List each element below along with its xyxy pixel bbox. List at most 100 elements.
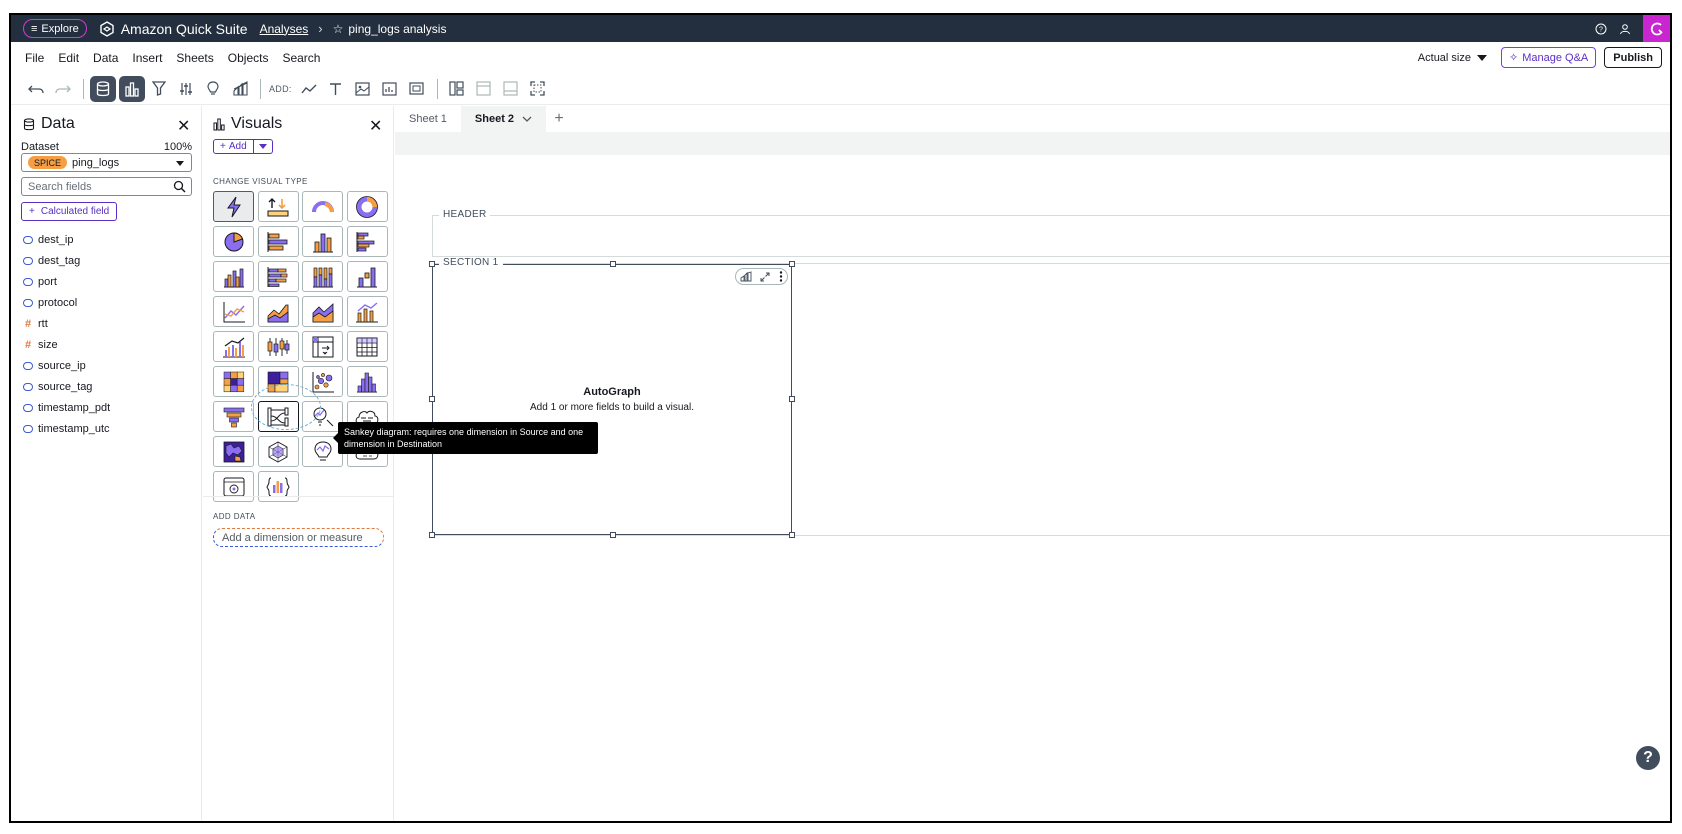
waterfall-chart-icon[interactable] bbox=[346, 261, 388, 292]
visuals-pane-icon[interactable] bbox=[119, 75, 145, 102]
parameters-icon[interactable] bbox=[173, 76, 199, 102]
field-item[interactable]: port bbox=[23, 271, 110, 292]
more-options-icon[interactable] bbox=[779, 271, 783, 282]
field-item[interactable]: dest_ip bbox=[23, 229, 110, 250]
layout-icon[interactable] bbox=[444, 76, 470, 102]
area-line-chart-icon[interactable] bbox=[257, 296, 299, 327]
add-visual-dropdown[interactable] bbox=[253, 139, 273, 154]
manage-qa-button[interactable]: ✧ Manage Q&A bbox=[1501, 47, 1597, 68]
header-layout-icon[interactable] bbox=[471, 76, 497, 102]
field-item[interactable]: source_ip bbox=[23, 355, 110, 376]
add-dimension-or-measure-dropzone[interactable]: Add a dimension or measure bbox=[213, 528, 384, 547]
filter-icon[interactable] bbox=[146, 76, 172, 102]
dimension-icon bbox=[23, 298, 33, 307]
add-visual-line-icon[interactable] bbox=[296, 76, 322, 102]
breadcrumb-analyses[interactable]: Analyses bbox=[260, 22, 309, 36]
field-item[interactable]: timestamp_utc bbox=[23, 418, 110, 439]
clustered-bar-chart-icon[interactable] bbox=[346, 226, 388, 257]
horizontal-bar-chart-icon[interactable] bbox=[257, 226, 299, 257]
table-icon[interactable] bbox=[346, 331, 388, 362]
add-sheet-icon[interactable]: + bbox=[546, 106, 572, 132]
resize-handle[interactable] bbox=[610, 532, 616, 538]
vertical-bar-chart-icon[interactable] bbox=[302, 226, 343, 257]
themes-icon[interactable] bbox=[227, 76, 253, 102]
add-image-icon[interactable] bbox=[350, 76, 376, 102]
help-button[interactable]: ? bbox=[1636, 746, 1660, 770]
tab-sheet-1[interactable]: Sheet 1 bbox=[395, 106, 461, 132]
menu-objects[interactable]: Objects bbox=[228, 51, 269, 65]
custom-visual-content-icon[interactable] bbox=[213, 471, 254, 502]
add-embed-icon[interactable] bbox=[404, 76, 430, 102]
line-chart-icon[interactable] bbox=[213, 296, 254, 327]
autograph-visual[interactable]: AutoGraph Add 1 or more fields to build … bbox=[429, 261, 795, 538]
field-item[interactable]: protocol bbox=[23, 292, 110, 313]
menu-insert[interactable]: Insert bbox=[132, 51, 162, 65]
resize-handle[interactable] bbox=[610, 261, 616, 267]
data-pane-icon[interactable] bbox=[90, 75, 116, 102]
chevron-down-icon[interactable] bbox=[522, 116, 532, 123]
donut-chart-icon[interactable] bbox=[346, 191, 388, 222]
resize-handle[interactable] bbox=[789, 261, 795, 267]
menu-sheets[interactable]: Sheets bbox=[176, 51, 213, 65]
menu-file[interactable]: File bbox=[25, 51, 44, 65]
box-plot-icon[interactable] bbox=[257, 331, 299, 362]
bar-line-combo-chart-icon[interactable] bbox=[346, 296, 388, 327]
insights-lightbulb-icon[interactable] bbox=[200, 76, 226, 102]
resize-handle[interactable] bbox=[789, 532, 795, 538]
close-visuals-panel-icon[interactable]: ✕ bbox=[369, 116, 382, 136]
star-icon[interactable]: ☆ bbox=[333, 22, 344, 36]
add-text-icon[interactable] bbox=[323, 76, 349, 102]
close-data-panel-icon[interactable]: ✕ bbox=[177, 116, 190, 136]
clustered-column-chart-icon[interactable] bbox=[213, 261, 254, 292]
add-visual-button[interactable]: + Add bbox=[213, 139, 254, 154]
quick-logo-icon[interactable] bbox=[1643, 15, 1670, 42]
forecast-insight-icon[interactable] bbox=[302, 401, 343, 432]
funnel-chart-icon[interactable] bbox=[213, 401, 254, 432]
add-insight-icon[interactable] bbox=[377, 76, 403, 102]
resize-handle[interactable] bbox=[429, 261, 435, 267]
explore-button[interactable]: ≡ Explore bbox=[23, 19, 87, 38]
heat-map-icon[interactable] bbox=[213, 366, 254, 397]
tree-map-icon[interactable] bbox=[257, 366, 299, 397]
dataset-select[interactable]: SPICE ping_logs bbox=[21, 153, 192, 172]
histogram-icon[interactable] bbox=[346, 366, 388, 397]
field-item[interactable]: # rtt bbox=[23, 313, 110, 334]
stacked-bar-chart-icon[interactable] bbox=[257, 261, 299, 292]
undo-icon[interactable] bbox=[23, 76, 49, 102]
menu-edit[interactable]: Edit bbox=[58, 51, 79, 65]
stacked-area-chart-icon[interactable] bbox=[302, 296, 343, 327]
format-visual-icon[interactable] bbox=[740, 271, 752, 282]
field-item[interactable]: dest_tag bbox=[23, 250, 110, 271]
footer-layout-icon[interactable] bbox=[498, 76, 524, 102]
brand[interactable]: Amazon Quick Suite bbox=[99, 21, 248, 37]
code-chart-icon[interactable] bbox=[257, 471, 299, 502]
calculated-field-button[interactable]: + Calculated field bbox=[21, 202, 118, 221]
publish-button[interactable]: Publish bbox=[1604, 47, 1662, 68]
radar-chart-icon[interactable] bbox=[257, 436, 299, 467]
stacked-column-chart-icon[interactable] bbox=[302, 261, 343, 292]
tab-sheet-2[interactable]: Sheet 2 bbox=[460, 106, 547, 132]
menu-search[interactable]: Search bbox=[282, 51, 320, 65]
column-line-combo-chart-icon[interactable] bbox=[213, 331, 254, 362]
resize-handle[interactable] bbox=[429, 532, 435, 538]
pivot-table-icon[interactable] bbox=[302, 331, 343, 362]
field-item[interactable]: # size bbox=[23, 334, 110, 355]
redo-icon[interactable] bbox=[50, 76, 76, 102]
autograph-visual-icon[interactable] bbox=[213, 191, 254, 222]
menu-data[interactable]: Data bbox=[93, 51, 118, 65]
pie-chart-icon[interactable] bbox=[213, 226, 254, 257]
gauge-visual-icon[interactable] bbox=[302, 191, 343, 222]
expand-icon[interactable] bbox=[760, 272, 770, 282]
user-icon[interactable] bbox=[1613, 23, 1637, 35]
kpi-visual-icon[interactable] bbox=[257, 191, 299, 222]
filled-map-icon[interactable] bbox=[213, 436, 254, 467]
zoom-select[interactable]: Actual size bbox=[1418, 52, 1487, 64]
search-fields-input[interactable]: Search fields bbox=[21, 177, 192, 196]
fit-frame-icon[interactable] bbox=[525, 76, 551, 102]
scatter-plot-icon[interactable] bbox=[302, 366, 343, 397]
field-item[interactable]: source_tag bbox=[23, 376, 110, 397]
field-item[interactable]: timestamp_pdt bbox=[23, 397, 110, 418]
header-section[interactable]: HEADER bbox=[432, 209, 1670, 257]
sankey-diagram-icon[interactable] bbox=[257, 401, 299, 432]
help-icon[interactable]: ? bbox=[1589, 23, 1613, 35]
